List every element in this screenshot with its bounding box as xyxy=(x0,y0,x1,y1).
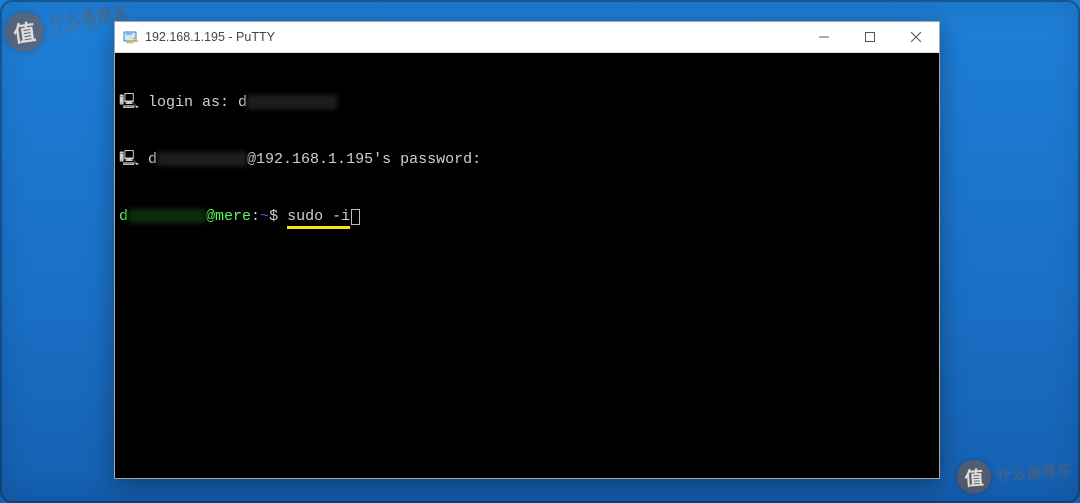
cursor-icon xyxy=(351,209,360,225)
redacted-username xyxy=(247,95,337,109)
login-user-firstchar: d xyxy=(148,151,157,168)
terminal-line-2: 🖳 d @192.168.1.195's password: xyxy=(119,150,935,169)
password-prompt-label: @192.168.1.195's password: xyxy=(247,151,481,168)
terminal-icon: 🖳 xyxy=(119,94,139,111)
typed-command: sudo -i xyxy=(287,208,350,229)
terminal-area[interactable]: 🖳 login as: d 🖳 d @192.168.1.195's passwo… xyxy=(115,53,939,478)
minimize-button[interactable] xyxy=(801,22,847,52)
redacted-username xyxy=(128,209,206,223)
putty-window: 192.168.1.195 - PuTTY 🖳 login as: d 🖳 d @… xyxy=(114,21,940,479)
redacted-username xyxy=(157,152,247,166)
login-user-firstchar: d xyxy=(238,94,247,111)
terminal-icon: 🖳 xyxy=(119,151,139,168)
window-title: 192.168.1.195 - PuTTY xyxy=(145,30,275,44)
terminal-line-1: 🖳 login as: d xyxy=(119,93,935,112)
prompt-user-firstchar: d xyxy=(119,208,128,225)
prompt-dollar: $ xyxy=(269,208,287,225)
login-prompt-label: login as: xyxy=(148,94,238,111)
watermark-bottom-right: 值 什么值得买 xyxy=(956,453,1073,495)
putty-icon xyxy=(123,29,139,45)
prompt-host: @mere xyxy=(206,208,251,225)
terminal-line-3: d @mere:~$ sudo -i xyxy=(119,207,935,226)
maximize-button[interactable] xyxy=(847,22,893,52)
watermark-top-left: 值 什么值得买 Lifeisgood xyxy=(2,0,132,55)
prompt-path: ~ xyxy=(260,208,269,225)
close-button[interactable] xyxy=(893,22,939,52)
watermark-badge-icon: 值 xyxy=(2,9,47,54)
watermark-text-cn: 什么值得买 xyxy=(997,463,1073,482)
window-titlebar[interactable]: 192.168.1.195 - PuTTY xyxy=(115,22,939,53)
prompt-sep: : xyxy=(251,208,260,225)
watermark-badge-icon: 值 xyxy=(956,459,992,495)
